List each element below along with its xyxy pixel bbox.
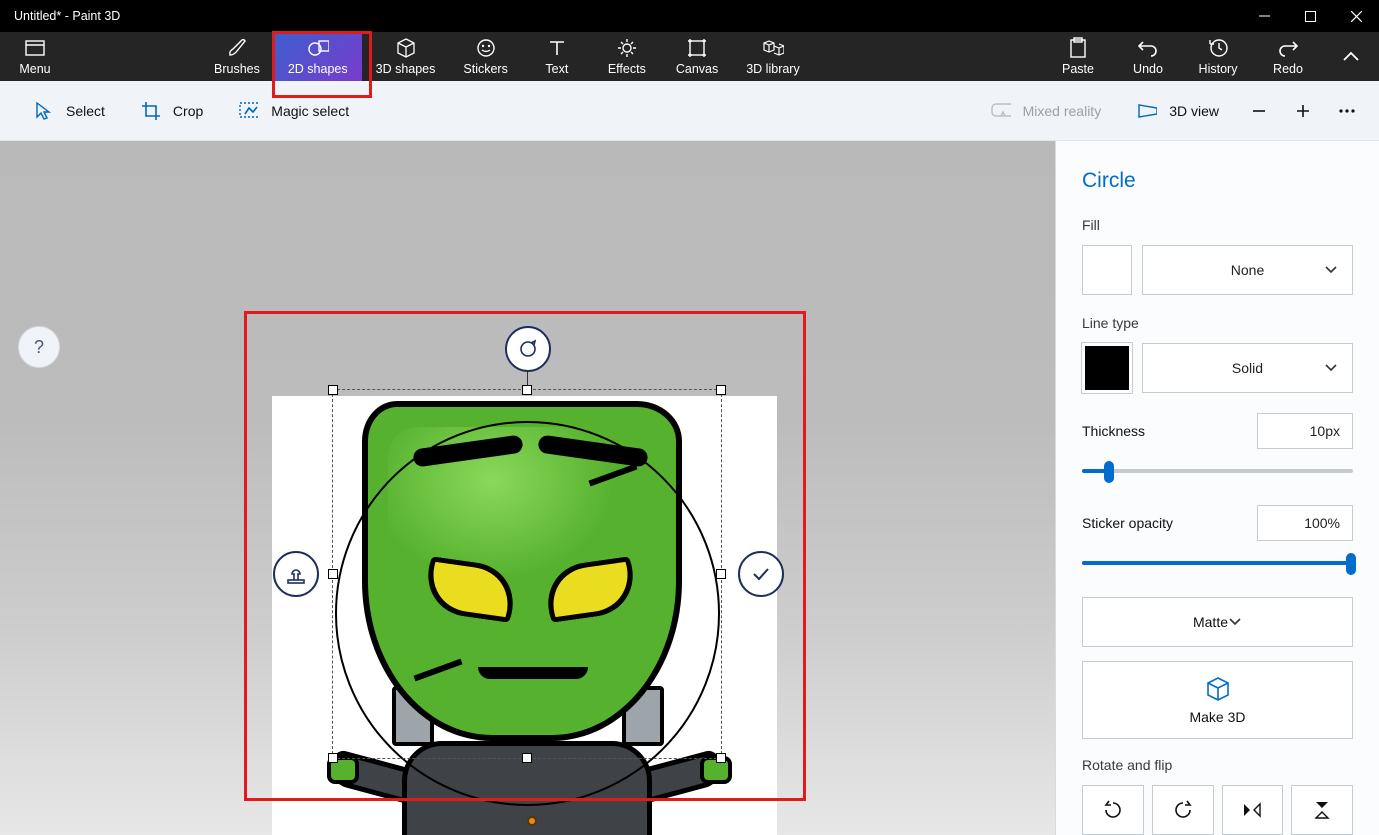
redo-icon [1277, 37, 1299, 59]
resize-handle[interactable] [328, 385, 338, 395]
minimize-button[interactable] [1241, 0, 1287, 32]
tab-3d-shapes[interactable]: 3D shapes [362, 32, 450, 81]
history-button[interactable]: History [1183, 32, 1253, 81]
text-icon [546, 37, 568, 59]
canvas-icon [686, 37, 708, 59]
redo-button[interactable]: Redo [1253, 32, 1323, 81]
effects-icon [616, 37, 638, 59]
library-3d-icon [762, 37, 784, 59]
cube-3d-icon [1204, 675, 1232, 703]
commit-button[interactable] [738, 551, 784, 597]
tab-canvas[interactable]: Canvas [662, 32, 732, 81]
mixed-reality-tool: Mixed reality [973, 81, 1120, 140]
canvas-area[interactable]: ? [0, 141, 1055, 835]
shapes-3d-icon [395, 37, 417, 59]
history-icon [1207, 37, 1229, 59]
select-tool[interactable]: Select [16, 81, 123, 140]
mixed-reality-icon [991, 101, 1011, 121]
rotate-left-button[interactable] [1082, 785, 1144, 835]
chevron-down-icon [1228, 617, 1242, 627]
stickers-icon [475, 37, 497, 59]
3d-view-icon [1137, 101, 1157, 121]
tab-3d-library[interactable]: 3D library [732, 32, 814, 81]
tab-text[interactable]: Text [522, 32, 592, 81]
stamp-button[interactable] [273, 551, 319, 597]
chevron-down-icon [1324, 265, 1338, 275]
cursor-icon [34, 101, 54, 121]
tab-2d-shapes[interactable]: 2D shapes [274, 32, 362, 81]
resize-handle[interactable] [716, 753, 726, 763]
maximize-button[interactable] [1287, 0, 1333, 32]
3d-view-tool[interactable]: 3D view [1119, 81, 1237, 140]
menu-label: Menu [19, 62, 50, 76]
tab-stickers[interactable]: Stickers [449, 32, 521, 81]
fill-color-swatch[interactable] [1082, 245, 1132, 295]
opacity-input[interactable]: 100% [1257, 505, 1353, 541]
line-color-swatch[interactable] [1082, 343, 1132, 393]
brush-icon [226, 37, 248, 59]
rotate-flip-label: Rotate and flip [1082, 757, 1353, 773]
selection-bounding-box[interactable] [332, 389, 722, 759]
tab-effects[interactable]: Effects [592, 32, 662, 81]
rotate-handle[interactable] [505, 326, 551, 372]
resize-handle[interactable] [716, 385, 726, 395]
material-dropdown[interactable]: Matte [1082, 597, 1353, 647]
paste-button[interactable]: Paste [1043, 32, 1113, 81]
zoom-in-button[interactable] [1281, 81, 1325, 141]
line-type-label: Line type [1082, 315, 1353, 331]
resize-handle[interactable] [328, 569, 338, 579]
crop-tool[interactable]: Crop [123, 81, 221, 140]
opacity-slider[interactable] [1082, 551, 1353, 575]
panel-title: Circle [1082, 169, 1353, 193]
zoom-out-button[interactable] [1237, 81, 1281, 141]
crop-icon [141, 101, 161, 121]
opacity-label: Sticker opacity [1082, 515, 1173, 531]
ribbon-collapse-button[interactable] [1323, 32, 1379, 81]
thickness-input[interactable]: 10px [1257, 413, 1353, 449]
magic-select-tool[interactable]: Magic select [221, 81, 367, 140]
chevron-down-icon [1324, 363, 1338, 373]
menu-icon [24, 37, 46, 59]
rotate-right-button[interactable] [1152, 785, 1214, 835]
resize-handle[interactable] [522, 753, 532, 763]
fill-label: Fill [1082, 217, 1353, 233]
properties-panel: Circle Fill None Line type Solid [1055, 141, 1379, 835]
ribbon: Menu Brushes 2D shapes 3D shapes Sticker… [0, 32, 1379, 81]
magic-select-icon [239, 101, 259, 121]
flip-vertical-button[interactable] [1291, 785, 1353, 835]
make-3d-button[interactable]: Make 3D [1082, 661, 1353, 739]
titlebar: Untitled* - Paint 3D [0, 0, 1379, 32]
thickness-label: Thickness [1082, 423, 1145, 439]
resize-handle[interactable] [716, 569, 726, 579]
secondary-toolbar: Select Crop Magic select Mixed reality 3… [0, 81, 1379, 141]
tab-brushes[interactable]: Brushes [200, 32, 274, 81]
flip-horizontal-button[interactable] [1222, 785, 1284, 835]
close-button[interactable] [1333, 0, 1379, 32]
undo-icon [1137, 37, 1159, 59]
shapes-2d-icon [307, 37, 329, 59]
help-button[interactable]: ? [18, 326, 60, 368]
thickness-slider[interactable] [1082, 459, 1353, 483]
more-button[interactable] [1325, 81, 1369, 141]
paste-icon [1067, 37, 1089, 59]
line-type-dropdown[interactable]: Solid [1142, 343, 1353, 393]
fill-dropdown[interactable]: None [1142, 245, 1353, 295]
undo-button[interactable]: Undo [1113, 32, 1183, 81]
resize-handle[interactable] [522, 385, 532, 395]
window-title: Untitled* - Paint 3D [14, 9, 120, 23]
resize-handle[interactable] [328, 753, 338, 763]
menu-button[interactable]: Menu [0, 32, 70, 81]
